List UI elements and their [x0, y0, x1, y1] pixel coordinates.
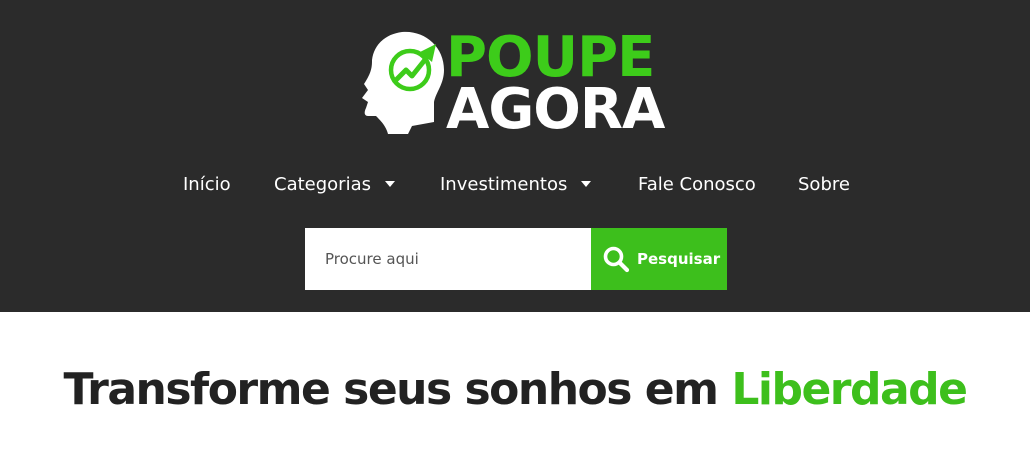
- nav-item-inicio[interactable]: Início: [183, 174, 231, 195]
- main-navigation: Início Categorias Investimentos Fale Con…: [0, 168, 1030, 200]
- nav-item-label: Sobre: [798, 174, 850, 195]
- nav-item-fale-conosco[interactable]: Fale Conosco: [638, 174, 756, 195]
- logo-word-agora: AGORA: [446, 77, 665, 142]
- nav-item-label: Investimentos: [440, 174, 568, 195]
- nav-item-label: Fale Conosco: [638, 174, 756, 195]
- nav-item-investimentos[interactable]: Investimentos: [440, 174, 592, 195]
- search-button-label: Pesquisar: [637, 250, 721, 268]
- nav-item-label: Início: [183, 174, 231, 195]
- nav-item-categorias[interactable]: Categorias: [274, 174, 395, 195]
- search-input[interactable]: [305, 228, 591, 290]
- hero-title: Transforme seus sonhos em Liberdade: [0, 364, 1030, 415]
- search-form: Pesquisar: [305, 228, 727, 290]
- nav-item-label: Categorias: [274, 174, 371, 195]
- head-growth-arrow-logo-icon: [362, 31, 444, 134]
- hero-title-highlight: Liberdade: [731, 364, 968, 415]
- caret-down-icon: [384, 181, 395, 187]
- search-icon: [603, 246, 630, 273]
- nav-item-sobre[interactable]: Sobre: [798, 174, 850, 195]
- caret-down-icon: [581, 181, 592, 187]
- site-header: POUPE AGORA Início Categorias Investimen…: [0, 0, 1030, 312]
- hero-title-text: Transforme seus sonhos em: [63, 364, 719, 415]
- site-logo[interactable]: POUPE AGORA: [362, 26, 672, 138]
- search-button[interactable]: Pesquisar: [591, 228, 727, 290]
